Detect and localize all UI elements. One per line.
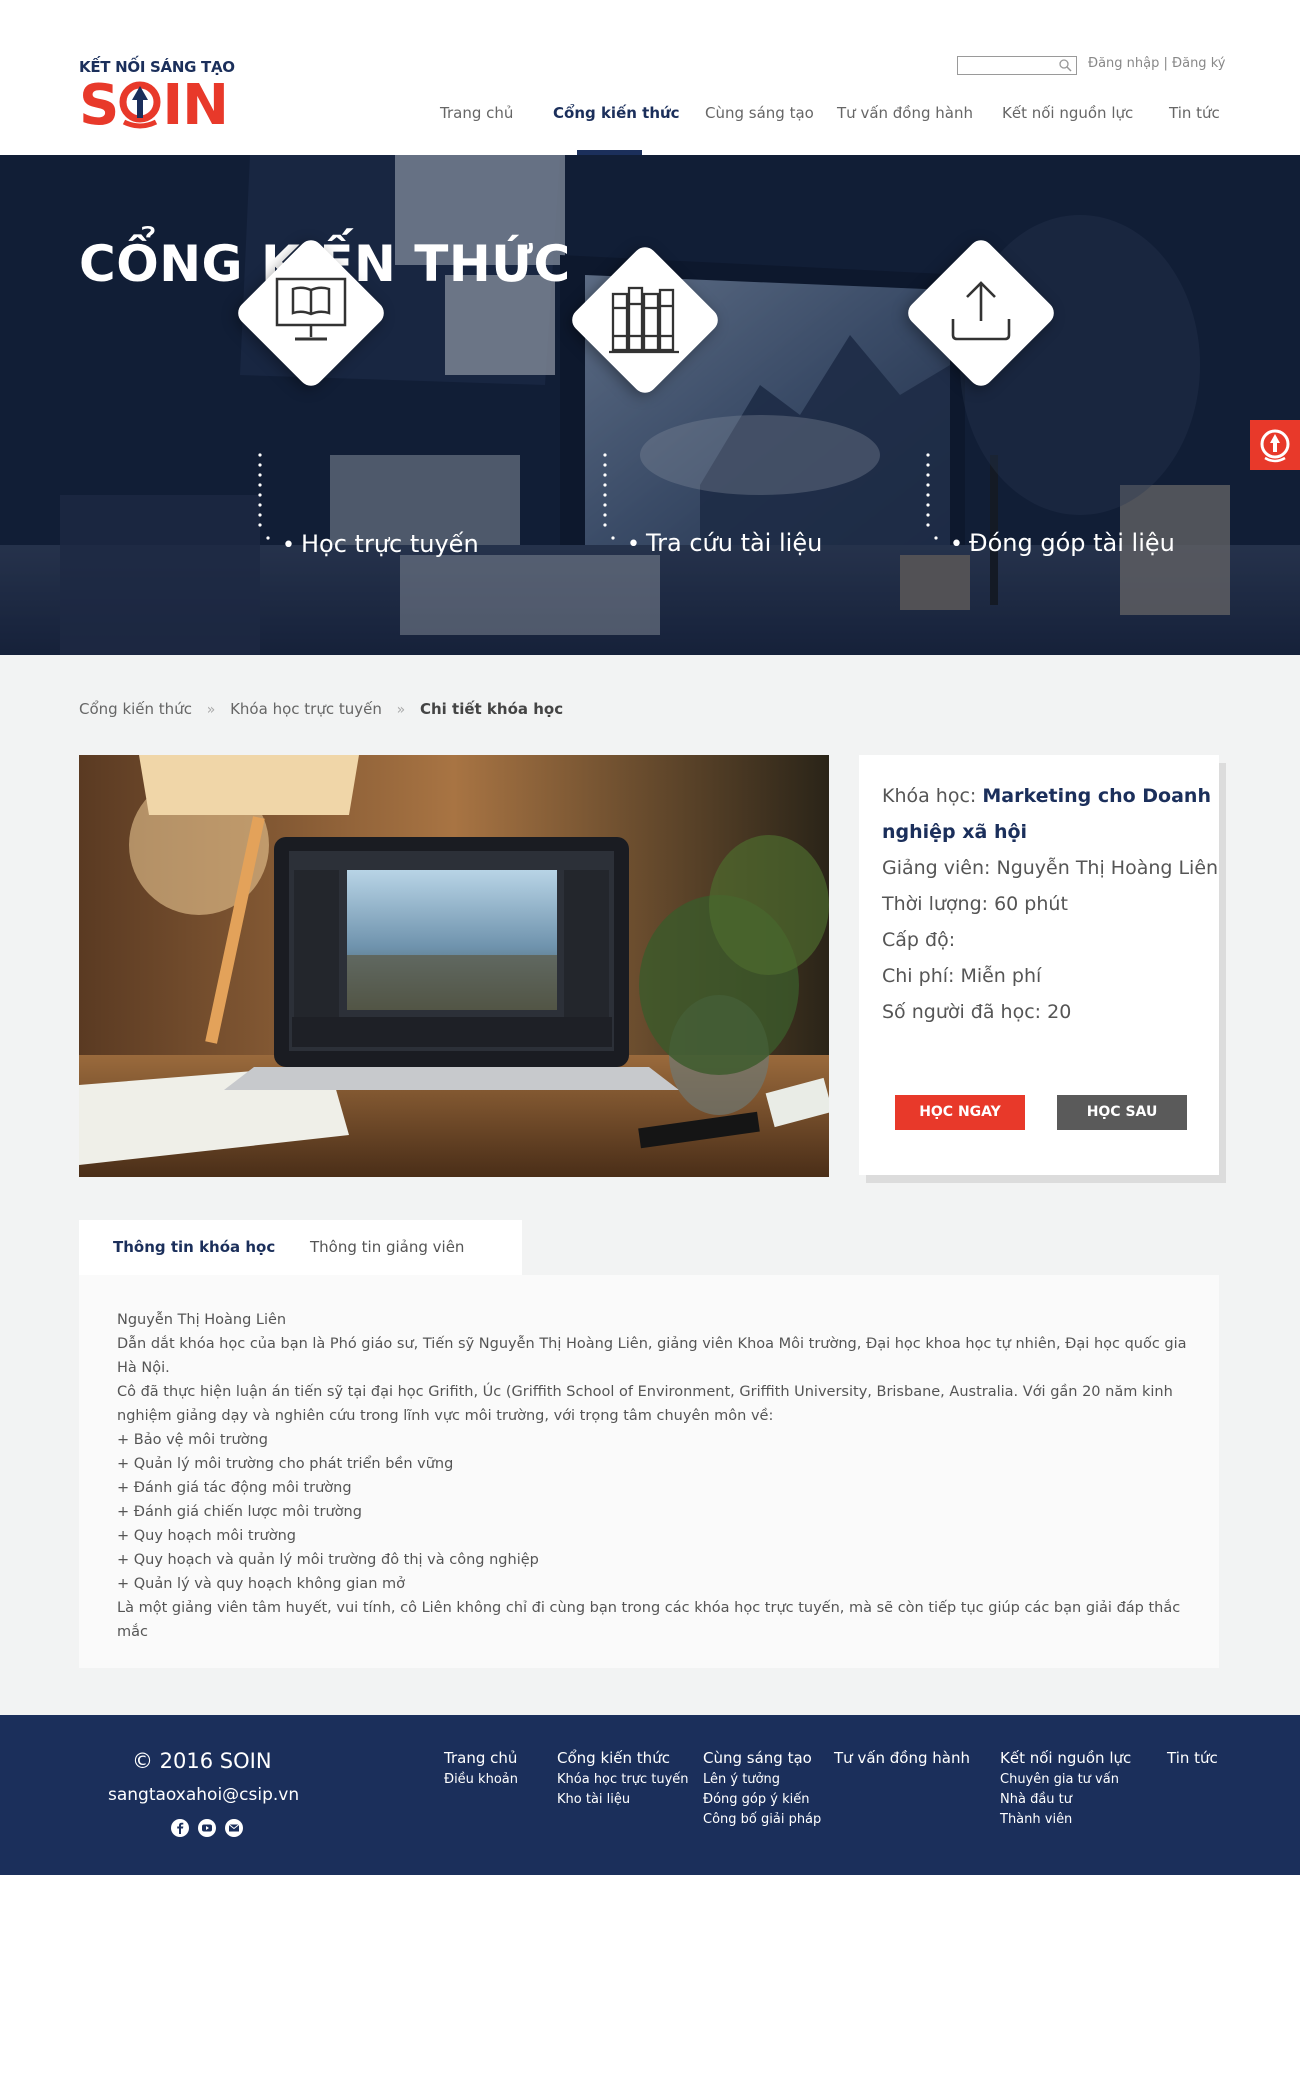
footer-col-resources: Kết nối nguồn lực Chuyên gia tư vấn Nhà … [1000,1749,1131,1827]
bullet-icon: • [282,533,295,558]
learn-now-button[interactable]: HỌC NGAY [895,1095,1025,1130]
course-image [79,755,829,1177]
facebook-icon[interactable] [171,1819,189,1837]
breadcrumb-separator: » [206,702,216,718]
description-line: + Đánh giá tác động môi trường [117,1480,352,1496]
register-link[interactable]: Đăng ký [1172,56,1225,71]
course-instructor: Giảng viên: Nguyễn Thị Hoàng Liên [882,857,1219,879]
course-name: Marketing cho Doanh [982,785,1211,807]
description-line: Dẫn dắt khóa học của bạn là Phó giáo sư,… [117,1336,1187,1376]
footer-col-knowledge: Cổng kiến thức Khóa học trực tuyến Kho t… [557,1749,689,1807]
dotted-connector [603,453,615,540]
auth-separator: | [1159,56,1173,71]
online-learning-link[interactable]: • Học trực tuyến [282,530,479,558]
footer-link[interactable]: Cùng sáng tạo [703,1749,821,1767]
course-label: Khóa học: [882,785,983,807]
tab-course-info[interactable]: Thông tin khóa học [113,1238,275,1256]
course-tabs: Thông tin khóa học Thông tin giảng viên [79,1220,522,1279]
description-line: + Quản lý môi trường cho phát triển bền … [117,1456,454,1472]
description-line: + Đánh giá chiến lược môi trường [117,1504,362,1520]
footer-link[interactable]: Tư vấn đồng hành [834,1749,970,1767]
auth-links: Đăng nhập | Đăng ký [1088,56,1225,71]
floating-help-tab[interactable] [1250,420,1300,470]
footer-sublink[interactable]: Nhà đầu tư [1000,1792,1131,1807]
course-description: Nguyễn Thị Hoàng Liên Dẫn dắt khóa học c… [117,1308,1187,1644]
search-box [957,56,1077,77]
bookshelf-icon [609,286,679,354]
course-cost: Chi phí: Miễn phí [882,965,1042,987]
description-line: + Quy hoạch môi trường [117,1528,297,1544]
course-duration: Thời lượng: 60 phút [882,893,1068,915]
site-header: KẾT NỐI SÁNG TẠO S IN Đăng nhập | Đăng ký… [0,0,1300,155]
search-input[interactable] [958,60,1054,77]
document-lookup-link[interactable]: • Tra cứu tài liệu [627,529,822,557]
course-title-line-2: nghiệp xã hội [882,821,1027,843]
footer-col-home: Trang chủ Điều khoản [444,1749,518,1787]
hero-banner: CỔNG KIẾN THỨC •Học trực tuyến •Tra cứu … [0,155,1300,655]
breadcrumb-item[interactable]: Cổng kiến thức [79,700,192,718]
youtube-icon[interactable] [198,1819,217,1837]
footer-sublink[interactable]: Chuyên gia tư vấn [1000,1772,1131,1787]
nav-item-co-create[interactable]: Cùng sáng tạo [705,104,814,122]
nav-item-knowledge[interactable]: Cổng kiến thức [553,104,680,122]
footer-link[interactable]: Trang chủ [444,1749,518,1767]
breadcrumb-current: Chi tiết khóa học [420,700,564,718]
monitor-book-icon [275,277,347,341]
breadcrumb-separator: » [396,702,406,718]
footer-col-consulting: Tư vấn đồng hành [834,1749,970,1767]
nav-item-resources[interactable]: Kết nối nguồn lực [1002,104,1133,122]
course-title-line: Khóa học: Marketing cho Doanh [882,785,1211,807]
contribute-document-label: Đóng góp tài liệu [968,529,1175,557]
footer-sublink[interactable]: Điều khoản [444,1772,518,1787]
footer-sublink[interactable]: Đóng góp ý kiến [703,1792,821,1807]
tab-instructor-info[interactable]: Thông tin giảng viên [310,1238,464,1256]
course-info-card: Khóa học: Marketing cho Doanh nghiệp xã … [859,755,1219,1175]
footer-sublink[interactable]: Khóa học trực tuyến [557,1772,689,1787]
footer-col-news: Tin tức [1167,1749,1218,1767]
breadcrumb-item[interactable]: Khóa học trực tuyến [230,700,382,718]
nav-item-consulting[interactable]: Tư vấn đồng hành [837,104,973,122]
footer-link[interactable]: Cổng kiến thức [557,1749,689,1767]
description-line: + Bảo vệ môi trường [117,1432,268,1448]
footer-sublink[interactable]: Công bố giải pháp [703,1812,821,1827]
breadcrumb: Cổng kiến thức » Khóa học trực tuyến » C… [79,700,563,718]
mail-icon[interactable] [225,1819,244,1837]
footer-col-co-create: Cùng sáng tạo Lên ý tưởng Đóng góp ý kiế… [703,1749,821,1827]
description-line: + Quy hoạch và quản lý môi trường đô thị… [117,1552,539,1568]
footer-sublink[interactable]: Thành viên [1000,1812,1131,1827]
footer-copyright: © 2016 SOIN [132,1749,272,1773]
footer-link[interactable]: Kết nối nguồn lực [1000,1749,1131,1767]
dotted-connector [926,453,938,540]
nav-item-news[interactable]: Tin tức [1169,104,1220,122]
course-name-cont: nghiệp xã hội [882,821,1028,843]
main-nav: Trang chủ Cổng kiến thức Cùng sáng tạo T… [0,104,1300,154]
lightbulb-icon [1260,429,1290,463]
description-line: + Quản lý và quy hoạch không gian mở [117,1576,406,1592]
footer-link[interactable]: Tin tức [1167,1749,1218,1767]
footer-email[interactable]: sangtaoxahoi@csip.vn [108,1785,299,1805]
dotted-connector [258,453,270,540]
description-line: Nguyễn Thị Hoàng Liên [117,1312,287,1328]
course-description-panel: Nguyễn Thị Hoàng Liên Dẫn dắt khóa học c… [79,1275,1219,1668]
footer-sublink[interactable]: Kho tài liệu [557,1792,689,1807]
bullet-icon: • [627,532,640,557]
bullet-icon: • [950,532,963,557]
description-line: Là một giảng viên tâm huyết, vui tính, c… [117,1600,1181,1640]
search-icon[interactable] [1058,58,1073,73]
site-footer: © 2016 SOIN sangtaoxahoi@csip.vn Trang c… [0,1715,1300,1875]
upload-icon [951,281,1011,341]
learn-later-button[interactable]: HỌC SAU [1057,1095,1187,1130]
online-learning-label: Học trực tuyến [300,530,479,558]
footer-sublink[interactable]: Lên ý tưởng [703,1772,821,1787]
login-link[interactable]: Đăng nhập [1088,56,1159,71]
hero-background-image [0,155,1300,655]
footer-social [171,1819,247,1839]
document-lookup-label: Tra cứu tài liệu [645,529,823,557]
contribute-document-link[interactable]: • Đóng góp tài liệu [950,529,1175,557]
description-line: Cô đã thực hiện luận án tiến sỹ tại đại … [117,1384,1173,1424]
nav-item-home[interactable]: Trang chủ [440,104,513,122]
course-learners: Số người đã học: 20 [882,1001,1072,1023]
course-level: Cấp độ: [882,929,956,951]
